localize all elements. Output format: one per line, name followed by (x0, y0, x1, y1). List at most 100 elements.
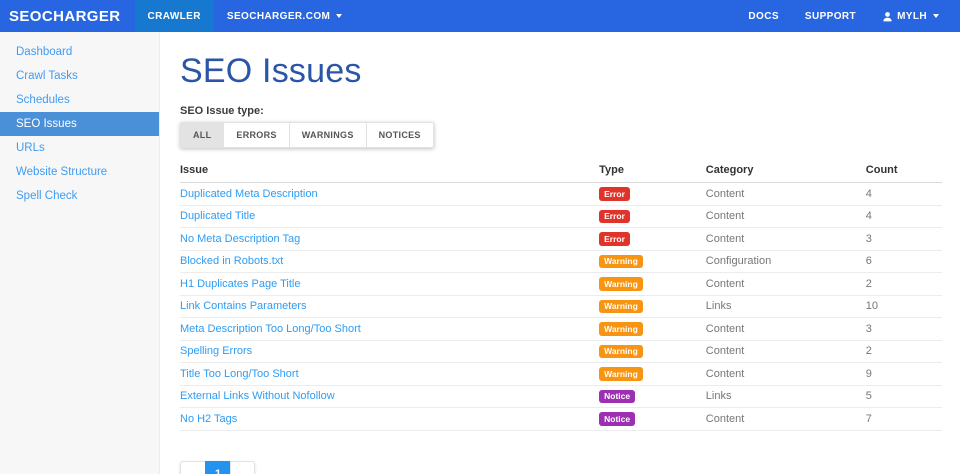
category-cell: Content (706, 318, 866, 341)
sidebar-item-urls[interactable]: URLs (0, 136, 159, 160)
pagination: ←1→ (180, 461, 255, 474)
table-row: Spelling ErrorsWarningContent2 (180, 340, 942, 363)
nav-item-support[interactable]: SUPPORT (792, 0, 869, 32)
body-row: DashboardCrawl TasksSchedulesSEO IssuesU… (0, 32, 960, 474)
issue-link[interactable]: Duplicated Title (180, 210, 255, 222)
issue-cell: Duplicated Meta Description (180, 183, 599, 206)
type-badge: Error (599, 210, 630, 224)
filter-button-warnings[interactable]: WARNINGS (289, 122, 366, 148)
issue-cell: Spelling Errors (180, 340, 599, 363)
count-cell: 7 (866, 408, 942, 431)
main-column: SEO Issues SEO Issue type: ALLERRORSWARN… (160, 32, 960, 474)
category-cell: Content (706, 205, 866, 228)
sidebar-item-website-structure[interactable]: Website Structure (0, 160, 159, 184)
pagination-next-button[interactable]: → (230, 461, 255, 474)
table-row: Link Contains Parameters Warning Links10 (180, 295, 942, 318)
issue-link[interactable]: No Meta Description Tag (180, 233, 300, 245)
pagination-prev-button[interactable]: ← (180, 461, 205, 474)
issue-cell: No Meta Description Tag (180, 228, 599, 251)
type-badge: Notice (599, 412, 635, 426)
issue-cell: Link Contains Parameters (180, 295, 599, 318)
category-cell: Content (706, 273, 866, 296)
type-cell: Error (599, 183, 706, 206)
count-cell: 9 (866, 363, 942, 386)
count-cell: 10 (866, 295, 942, 318)
issue-link[interactable]: Link Contains Parameters (180, 300, 307, 312)
table-row: External Links Without Nofollow NoticeLin… (180, 385, 942, 408)
filter-label: SEO Issue type: (180, 105, 942, 117)
count-cell: 6 (866, 250, 942, 273)
type-cell: Error (599, 205, 706, 228)
table-row: Title Too Long/Too Short Warning Content9 (180, 363, 942, 386)
main-content: SEO Issues SEO Issue type: ALLERRORSWARN… (160, 32, 960, 474)
issue-cell: External Links Without Nofollow (180, 385, 599, 408)
navbar-left-nav: CRAWLER SEOCHARGER.COM (135, 0, 356, 32)
nav-item-docs[interactable]: DOCS (735, 0, 792, 32)
table-row: H1 Duplicates Page Title WarningContent2 (180, 273, 942, 296)
issue-link[interactable]: External Links Without Nofollow (180, 390, 335, 402)
nav-item-mylh[interactable]: MYLH (869, 0, 952, 32)
issue-cell: Title Too Long/Too Short (180, 363, 599, 386)
issue-type-filter-group: ALLERRORSWARNINGSNOTICES (180, 122, 434, 148)
issue-cell: Blocked in Robots.txt (180, 250, 599, 273)
column-header-category: Category (706, 158, 866, 183)
type-badge: Error (599, 187, 630, 201)
sidebar-item-crawl-tasks[interactable]: Crawl Tasks (0, 64, 159, 88)
type-badge: Warning (599, 345, 643, 359)
chevron-down-icon (336, 14, 342, 18)
chevron-down-icon (933, 14, 939, 18)
category-cell: Content (706, 408, 866, 431)
app-window: SEOCHARGER CRAWLER SEOCHARGER.COM DOCSSUP… (0, 0, 960, 474)
issue-link[interactable]: Meta Description Too Long/Too Short (180, 323, 361, 335)
filter-button-all[interactable]: ALL (180, 122, 223, 148)
sidebar-item-seo-issues[interactable]: SEO Issues (0, 112, 159, 136)
issue-link[interactable]: H1 Duplicates Page Title (180, 278, 300, 290)
issues-table-body: Duplicated Meta DescriptionErrorContent4… (180, 183, 942, 431)
category-cell: Links (706, 385, 866, 408)
column-header-type: Type (599, 158, 706, 183)
filter-button-notices[interactable]: NOTICES (366, 122, 434, 148)
column-header-count: Count (866, 158, 942, 183)
sidebar-item-dashboard[interactable]: Dashboard (0, 40, 159, 64)
nav-item-label: CRAWLER (148, 11, 201, 22)
table-row: Duplicated Meta DescriptionErrorContent4 (180, 183, 942, 206)
sidebar: DashboardCrawl TasksSchedulesSEO IssuesU… (0, 32, 160, 474)
user-icon (882, 11, 893, 22)
category-cell: Content (706, 363, 866, 386)
column-header-issue: Issue (180, 158, 599, 183)
type-cell: Warning (599, 273, 706, 296)
table-row: Meta Description Too Long/Too Short Warni… (180, 318, 942, 341)
count-cell: 5 (866, 385, 942, 408)
type-badge: Warning (599, 367, 643, 381)
type-badge: Warning (599, 300, 643, 314)
issue-cell: Meta Description Too Long/Too Short (180, 318, 599, 341)
sidebar-item-spell-check[interactable]: Spell Check (0, 184, 159, 208)
brand-logo[interactable]: SEOCHARGER (0, 0, 135, 32)
type-cell: Warning (599, 363, 706, 386)
type-cell: Notice (599, 385, 706, 408)
type-cell: Error (599, 228, 706, 251)
type-cell: Warning (599, 250, 706, 273)
issue-cell: H1 Duplicates Page Title (180, 273, 599, 296)
issue-link[interactable]: Duplicated Meta Description (180, 188, 318, 200)
issue-link[interactable]: No H2 Tags (180, 413, 237, 425)
count-cell: 3 (866, 228, 942, 251)
issue-link[interactable]: Title Too Long/Too Short (180, 368, 299, 380)
page-title: SEO Issues (180, 52, 942, 91)
issue-link[interactable]: Spelling Errors (180, 345, 252, 357)
issue-link[interactable]: Blocked in Robots.txt (180, 255, 283, 267)
category-cell: Content (706, 228, 866, 251)
category-cell: Links (706, 295, 866, 318)
count-cell: 2 (866, 273, 942, 296)
pagination-page-button[interactable]: 1 (205, 461, 230, 474)
nav-item-seocharger-com[interactable]: SEOCHARGER.COM (214, 0, 355, 32)
count-cell: 4 (866, 205, 942, 228)
count-cell: 3 (866, 318, 942, 341)
sidebar-item-schedules[interactable]: Schedules (0, 88, 159, 112)
nav-item-crawler[interactable]: CRAWLER (135, 0, 214, 32)
type-badge: Warning (599, 322, 643, 336)
filter-button-errors[interactable]: ERRORS (223, 122, 288, 148)
table-row: No H2 Tags Notice Content7 (180, 408, 942, 431)
table-row: Blocked in Robots.txtWarningConfiguratio… (180, 250, 942, 273)
nav-item-label: MYLH (897, 11, 927, 22)
